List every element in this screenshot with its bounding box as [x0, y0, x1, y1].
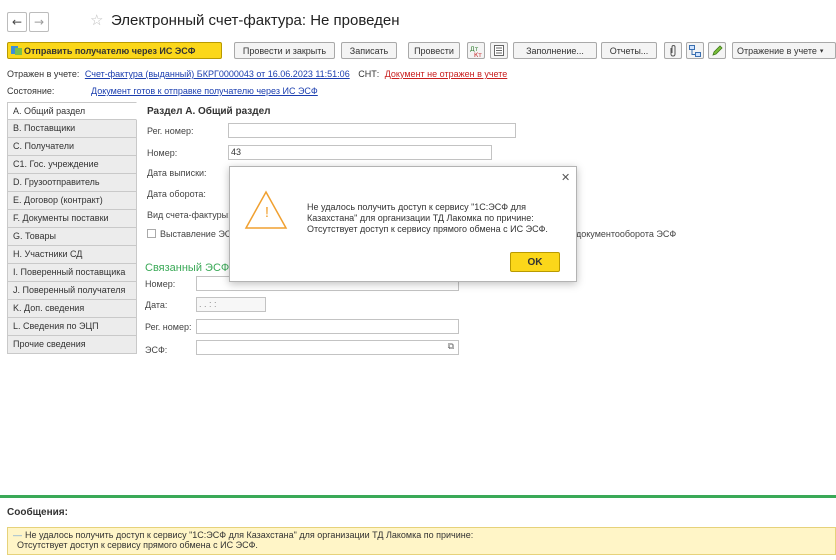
reflected-label: Отражен в учете:: [7, 69, 80, 79]
related-reg-input[interactable]: [196, 319, 459, 334]
nav-item-other-info[interactable]: Прочие сведения: [7, 336, 137, 354]
date-issue-label: Дата выписки:: [147, 168, 207, 178]
reflect-button-label: Отражение в учете: [737, 45, 817, 56]
section-title: Раздел А. Общий раздел: [147, 106, 271, 117]
warning-mark: !: [264, 204, 270, 221]
nav-item-contract[interactable]: E. Договор (контракт): [7, 192, 137, 210]
invoice-link[interactable]: Счет-фактура (выданный) БКРГ0000043 от 1…: [85, 69, 350, 79]
send-to-recipient-button[interactable]: Отправить получателю через ИС ЭСФ: [7, 42, 222, 59]
open-form-icon[interactable]: ⧉: [448, 341, 454, 354]
date-turnover-label: Дата оборота:: [147, 189, 206, 199]
nav-item-suppliers[interactable]: В. Поставщики: [7, 120, 137, 138]
reg-number-label: Рег. номер:: [147, 126, 194, 136]
nav-item-supplier-agent[interactable]: I. Поверенный поставщика: [7, 264, 137, 282]
send-icon: [11, 46, 22, 55]
favorite-star-icon[interactable]: ☆: [90, 11, 103, 29]
close-icon[interactable]: ✕: [561, 171, 570, 184]
state-link[interactable]: Документ готов к отправке получателю чер…: [91, 86, 318, 96]
edit-button[interactable]: [708, 42, 726, 59]
related-reg-label: Рег. номер:: [145, 322, 192, 332]
flow-checkbox-label: документооборота ЭСФ: [576, 229, 677, 239]
window-title: Электронный счет-фактура: Не проведен: [111, 12, 400, 29]
message-line-1: Не удалось получить доступ к сервису "1С…: [25, 530, 474, 540]
write-button[interactable]: Записать: [341, 42, 397, 59]
nav-item-signature-info[interactable]: L. Сведения по ЭЦП: [7, 318, 137, 336]
nav-item-recipients[interactable]: С. Получатели: [7, 138, 137, 156]
back-button[interactable]: ←: [7, 12, 27, 32]
dialog-message: Не удалось получить доступ к сервису "1С…: [307, 202, 548, 234]
pencil-icon: [712, 44, 723, 56]
report-list-button[interactable]: [490, 42, 508, 59]
state-label: Состояние:: [7, 86, 55, 96]
nav-item-delivery-docs[interactable]: F. Документы поставки: [7, 210, 137, 228]
post-button[interactable]: Провести: [408, 42, 460, 59]
reflected-in-accounting-row: Отражен в учете: Счет-фактура (выданный)…: [7, 69, 507, 79]
structure-button[interactable]: [686, 42, 704, 59]
paperclip-icon: [670, 44, 676, 57]
message-dash-icon: —: [13, 530, 22, 540]
exhibition-checkbox[interactable]: [147, 229, 156, 238]
send-button-label: Отправить получателю через ИС ЭСФ: [24, 45, 196, 56]
messages-title: Сообщения:: [7, 507, 68, 518]
number-label: Номер:: [147, 148, 178, 158]
nav-item-gov-institution[interactable]: С1. Гос. учреждение: [7, 156, 137, 174]
message-item[interactable]: — Не удалось получить доступ к сервису "1…: [7, 527, 836, 555]
nav-item-additional-info[interactable]: K. Доп. сведения: [7, 300, 137, 318]
list-icon: [494, 45, 504, 56]
attach-button[interactable]: [664, 42, 682, 59]
nav-item-shipper[interactable]: D. Грузоотправитель: [7, 174, 137, 192]
nav-item-goods[interactable]: G. Товары: [7, 228, 137, 246]
nav-item-general[interactable]: А. Общий раздел: [7, 102, 137, 120]
related-date-input[interactable]: . . : :: [196, 297, 266, 312]
related-esf-label: ЭСФ:: [145, 345, 168, 355]
state-row: Состояние: Документ готов к отправке пол…: [7, 86, 318, 96]
fill-button[interactable]: Заполнение...: [513, 42, 597, 59]
nav-item-participants[interactable]: H. Участники СД: [7, 246, 137, 264]
number-input[interactable]: 43: [228, 145, 492, 160]
reg-number-input[interactable]: [228, 123, 516, 138]
ok-button[interactable]: OK: [510, 252, 560, 272]
message-line-2: Отсутствует доступ к сервису прямого обм…: [17, 540, 258, 550]
post-and-close-button[interactable]: Провести и закрыть: [234, 42, 335, 59]
messages-divider: [0, 495, 836, 498]
forward-arrow-icon: →: [33, 15, 45, 29]
reports-button[interactable]: Отчеты...: [601, 42, 657, 59]
related-esf-input[interactable]: ⧉: [196, 340, 459, 355]
snt-link[interactable]: Документ не отражен в учете: [385, 69, 508, 79]
dtkt-button[interactable]: Дт Кт: [467, 42, 485, 59]
exhibition-checkbox-label: Выставление ЭС: [160, 229, 232, 239]
chevron-down-icon: ▾: [819, 46, 824, 55]
dtkt-icon: Дт Кт: [470, 46, 482, 57]
invoice-type-label: Вид счета-фактуры:: [147, 210, 231, 220]
snt-label: СНТ:: [358, 69, 380, 79]
forward-button[interactable]: →: [29, 12, 49, 32]
nav-item-recipient-agent[interactable]: J. Поверенный получателя: [7, 282, 137, 300]
back-arrow-icon: ←: [11, 15, 23, 29]
reflect-in-accounting-button[interactable]: Отражение в учете ▾: [732, 42, 836, 59]
related-date-label: Дата:: [145, 300, 168, 310]
section-nav: А. Общий раздел В. Поставщики С. Получат…: [7, 102, 137, 354]
structure-icon: [689, 44, 701, 57]
error-dialog: ✕ ! Не удалось получить доступ к сервису…: [229, 166, 577, 282]
related-esf-heading: Связанный ЭСФ: [145, 262, 230, 274]
svg-text:Кт: Кт: [474, 52, 482, 57]
related-number-label: Номер:: [145, 279, 176, 289]
